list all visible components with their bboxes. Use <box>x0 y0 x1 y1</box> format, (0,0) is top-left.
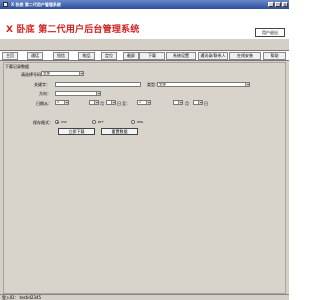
logo-text: 卧底 第二代用户后台管理系统 <box>16 25 140 35</box>
chevron-down-icon <box>198 101 202 104</box>
date-from-month-unit: 月 <box>100 101 104 106</box>
keyword-label: 关键字： <box>34 82 50 87</box>
download-panel: 下载记录数据 请选择号码： 全部 关键字： 类型： 全部 方向： 日期从： 2 <box>3 62 286 294</box>
direction-select[interactable] <box>55 91 101 96</box>
tab-contacts[interactable]: 通讯录/联系人 <box>198 52 228 60</box>
logout-button[interactable]: 用户退出 <box>255 28 285 37</box>
tab-items[interactable]: 物品 <box>78 52 95 60</box>
app-window: X 卧底 第二代用户管理系统 _ □ × X 卧底 第二代用户后台管理系统 用户… <box>0 0 289 300</box>
date-to-day-value: 2 <box>139 100 142 104</box>
keyword-input[interactable] <box>55 82 141 87</box>
status-text: 登入ID： testid2345 <box>2 295 42 300</box>
tab-help[interactable]: 帮助 <box>263 52 286 60</box>
type-select-value: 全部 <box>159 82 166 86</box>
chevron-down-icon <box>178 101 182 104</box>
date-to-month-unit: 月 <box>185 101 189 106</box>
format-rtf-label: RTF <box>98 120 104 124</box>
format-xml-radio[interactable] <box>131 120 135 124</box>
format-rtf-radio[interactable] <box>92 120 96 124</box>
chevron-down-icon <box>146 101 150 104</box>
chevron-down-icon <box>79 72 83 75</box>
chevron-down-icon <box>111 101 115 104</box>
reset-button[interactable]: 重置数据 <box>101 128 138 135</box>
date-to-month-select[interactable] <box>173 100 183 105</box>
date-from-year-select[interactable] <box>106 100 116 105</box>
format-xml-label: XML <box>137 120 144 124</box>
chevron-down-icon <box>245 83 249 86</box>
date-from-month-select[interactable] <box>89 100 99 105</box>
format-label: 保存格式： <box>33 120 53 125</box>
type-select[interactable]: 全部 <box>157 82 250 87</box>
chevron-down-icon <box>64 101 68 104</box>
download-button[interactable]: 立即下载 <box>58 128 95 135</box>
tab-download[interactable]: 下载 <box>139 52 165 60</box>
app-header: X 卧底 第二代用户后台管理系统 用户退出 <box>0 9 289 39</box>
phone-select-value: 全部 <box>43 71 50 75</box>
tab-calls[interactable]: 通话 <box>27 52 43 60</box>
date-to-label: 至： <box>122 101 130 106</box>
window-title: X 卧底 第二代用户管理系统 <box>11 2 61 7</box>
title-bar: X 卧底 第二代用户管理系统 _ □ × <box>0 0 289 9</box>
date-from-day-unit: 日 <box>117 101 121 106</box>
date-to-day-unit: 日 <box>204 101 208 106</box>
tab-sms[interactable]: 短信 <box>53 52 69 60</box>
direction-label: 方向： <box>39 91 51 96</box>
chevron-down-icon <box>96 92 100 95</box>
tab-location[interactable]: 定位 <box>101 52 117 60</box>
date-to-year-select[interactable] <box>193 100 203 105</box>
main-nav: 主页 通话 短信 物品 定位 截屏 下载 系统设置 通讯录/联系人 在线安装 帮… <box>0 50 289 61</box>
format-csv-label: CSV <box>61 120 68 124</box>
status-bar: 登入ID： testid2345 <box>0 294 289 300</box>
tab-install[interactable]: 在线安装 <box>229 52 261 60</box>
panel-title: 下载记录数据 <box>5 64 29 69</box>
phone-select[interactable]: 全部 <box>41 71 84 76</box>
tab-screenshot[interactable]: 截屏 <box>123 52 139 60</box>
close-button[interactable]: × <box>282 2 288 7</box>
date-to-day-select[interactable]: 2 <box>137 100 151 105</box>
tab-settings[interactable]: 系统设置 <box>166 52 196 60</box>
date-from-day-value: 2 <box>57 100 60 104</box>
minimize-button[interactable]: _ <box>268 2 274 7</box>
tab-home[interactable]: 主页 <box>2 52 18 60</box>
logo-x: X <box>6 25 14 35</box>
app-logo: X 卧底 第二代用户后台管理系统 <box>6 22 139 35</box>
app-icon <box>3 2 8 7</box>
chevron-down-icon <box>94 101 98 104</box>
format-csv-radio[interactable] <box>55 120 59 124</box>
maximize-button[interactable]: □ <box>275 2 281 7</box>
date-from-day-select[interactable]: 2 <box>55 100 69 105</box>
date-from-label: 日期从： <box>36 101 52 106</box>
